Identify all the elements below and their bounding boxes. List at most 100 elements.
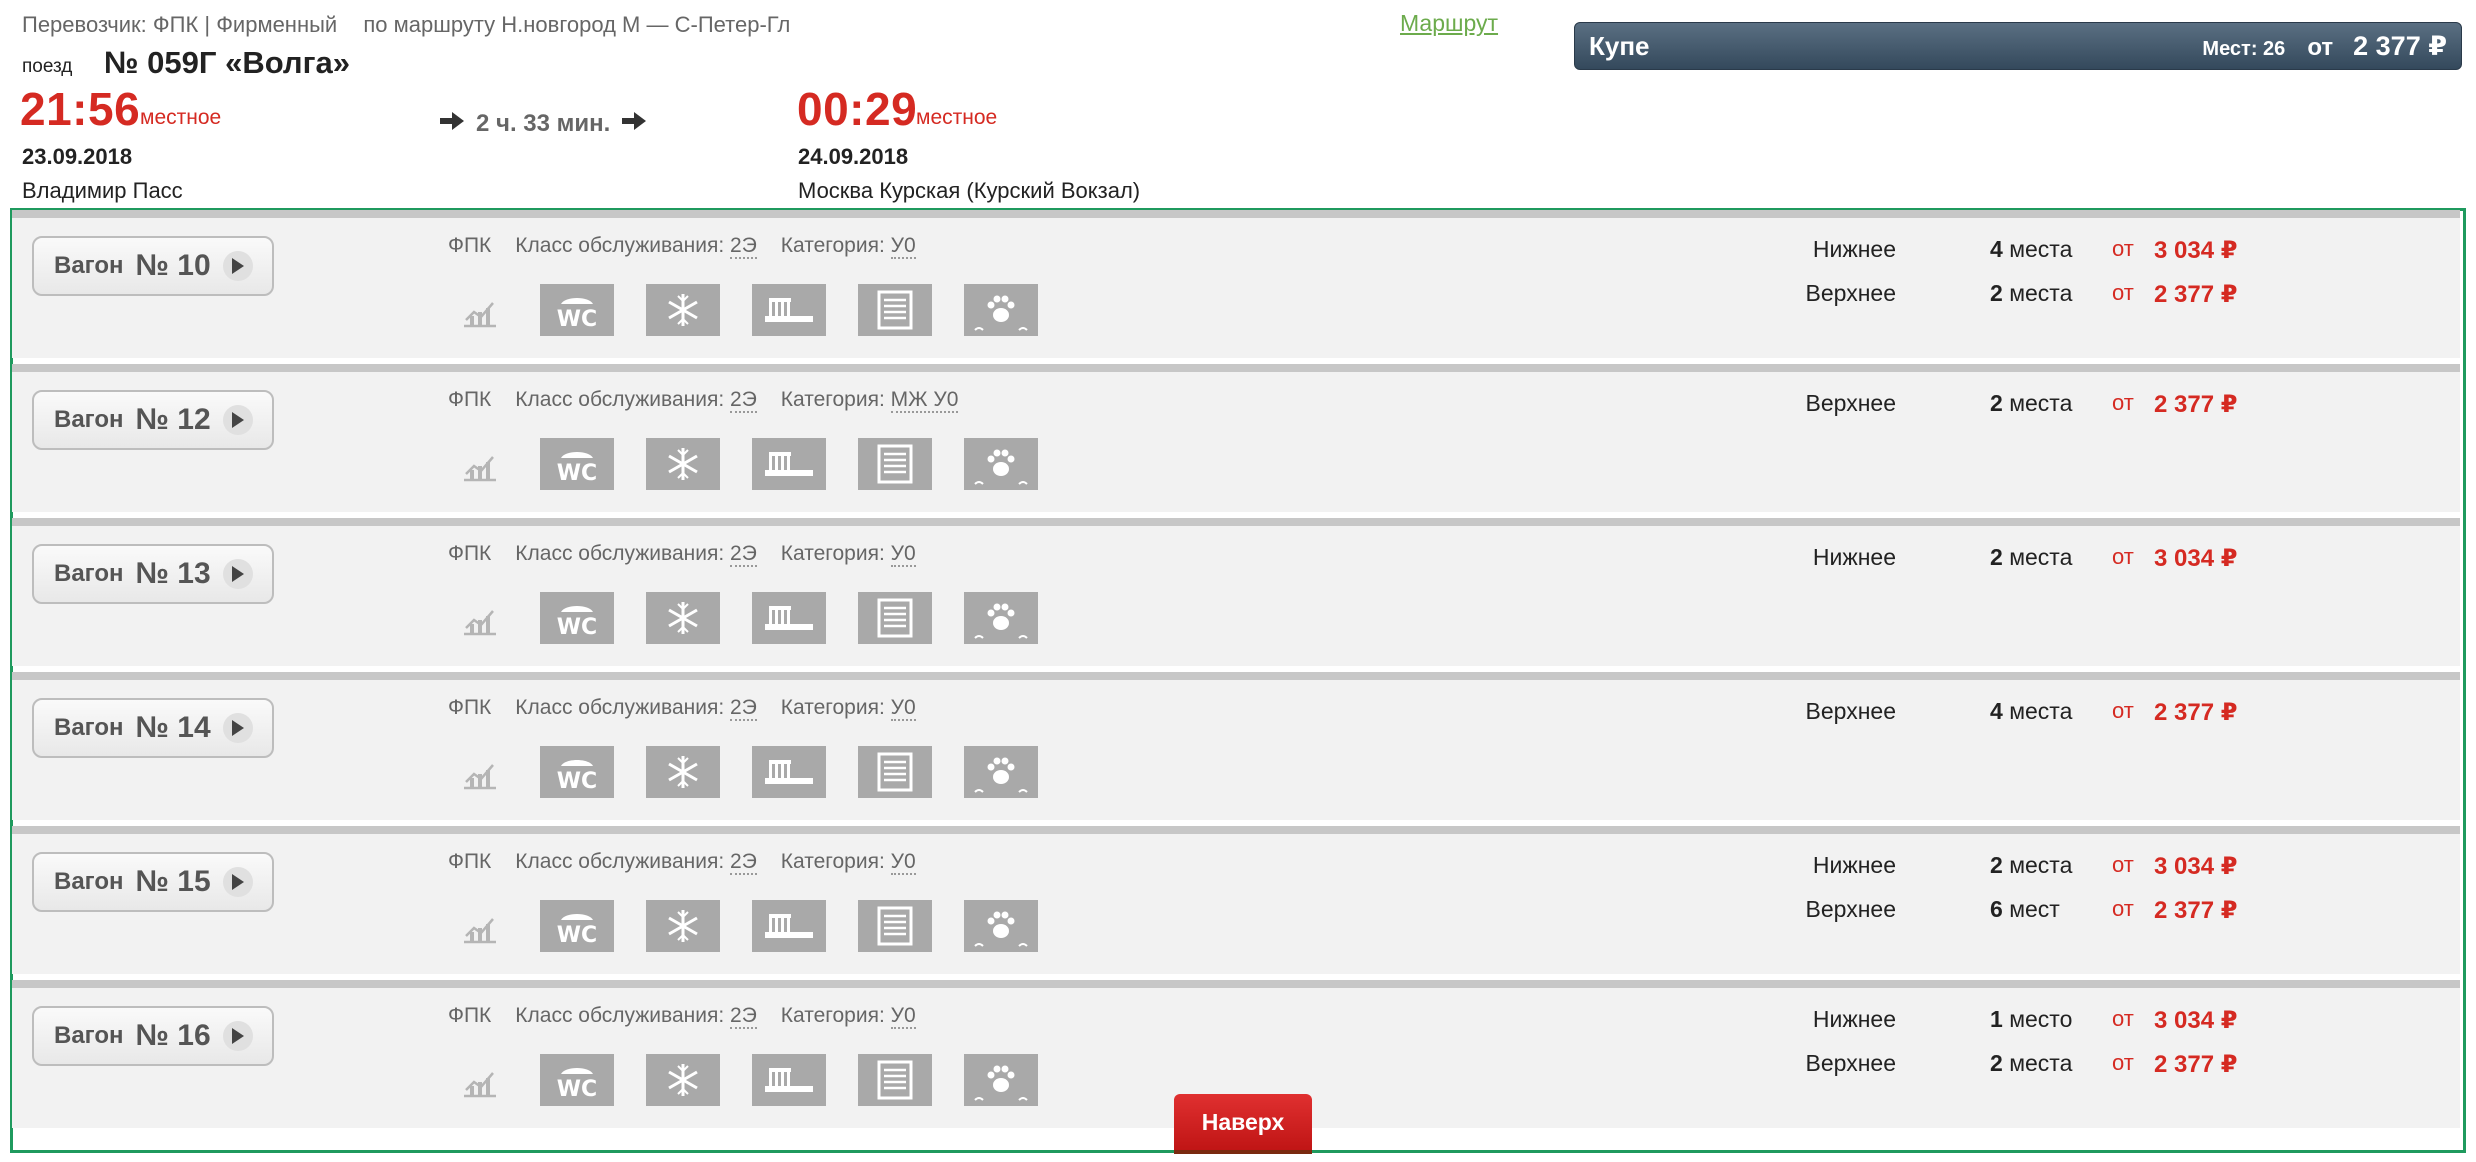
- news-icon: [858, 284, 932, 336]
- category-value[interactable]: МЖ У0: [890, 388, 959, 413]
- class-value[interactable]: 2Э: [730, 696, 757, 721]
- seat-row: Нижнее 1 место от 3 034 ₽: [1772, 1006, 2472, 1034]
- carrier-text: Перевозчик: ФПК | Фирменный: [22, 12, 338, 37]
- wagon-word: Вагон: [54, 406, 124, 433]
- snowflake-icon: [646, 1054, 720, 1106]
- seat-count-unit: места: [2009, 390, 2073, 416]
- seat-type: Верхнее: [1805, 280, 1896, 306]
- wagon-carrier: ФПК: [448, 1004, 492, 1027]
- train-number: № 059Г «Волга»: [104, 45, 350, 80]
- seat-count-number: 2: [1990, 1050, 2003, 1076]
- wagon-carrier: ФПК: [448, 234, 492, 257]
- wagon-meta: ФПК Класс обслуживания: 2Э Категория: У0: [448, 542, 916, 567]
- seat-count-unit: место: [2009, 1006, 2073, 1032]
- wagon-button[interactable]: Вагон № 12: [32, 390, 274, 450]
- category-value[interactable]: У0: [890, 696, 916, 721]
- wagon-button[interactable]: Вагон № 16: [32, 1006, 274, 1066]
- category-label: Категория:: [780, 234, 885, 257]
- class-from: от: [2307, 33, 2334, 61]
- train-word: поезд: [22, 56, 73, 77]
- seat-count: 2 места: [1990, 390, 2072, 417]
- toothbrush-icon: [752, 438, 826, 490]
- seat-price-from: от: [2112, 1006, 2134, 1031]
- wagon-carrier: ФПК: [448, 696, 492, 719]
- wagon-carrier: ФПК: [448, 542, 492, 565]
- svg-text:WC: WC: [557, 307, 597, 332]
- class-label: Класс обслуживания:: [515, 542, 725, 565]
- play-arrow-icon: [222, 867, 253, 897]
- class-seats: Мест: 26: [2202, 37, 2286, 60]
- seat-count: 1 место: [1990, 1006, 2072, 1033]
- seat-price-from: от: [2112, 896, 2134, 921]
- wagon-button[interactable]: Вагон № 10: [32, 236, 274, 296]
- wagon-number: № 13: [135, 557, 211, 590]
- category-value[interactable]: У0: [890, 234, 916, 259]
- seat-price: 2 377 ₽: [2154, 1051, 2238, 1078]
- pet-icon: [964, 1054, 1038, 1106]
- wagon-number: № 12: [135, 403, 211, 436]
- seat-count: 2 места: [1990, 280, 2072, 307]
- seat-count: 2 места: [1990, 852, 2072, 879]
- toothbrush-icon: [752, 1054, 826, 1106]
- category-value[interactable]: У0: [890, 542, 916, 567]
- category-value[interactable]: У0: [890, 850, 916, 875]
- departure-local-label: местное: [140, 106, 222, 129]
- back-to-top-button[interactable]: Наверх: [1174, 1094, 1312, 1154]
- class-badge-kupe[interactable]: Купе Мест: 26 от 2 377 ₽: [1574, 22, 2462, 70]
- seat-count-number: 2: [1990, 852, 2003, 878]
- class-value[interactable]: 2Э: [730, 850, 757, 875]
- category-label: Категория:: [780, 542, 885, 565]
- svg-text:WC: WC: [557, 1077, 597, 1102]
- snowflake-icon: [646, 592, 720, 644]
- route-link[interactable]: Маршрут: [1400, 10, 1498, 37]
- wagon-meta: ФПК Класс обслуживания: 2Э Категория: У0: [448, 234, 916, 259]
- class-label: Класс обслуживания:: [515, 234, 725, 257]
- category-label: Категория:: [780, 696, 885, 719]
- wagon-meta: ФПК Класс обслуживания: 2Э Категория: У0: [448, 696, 916, 721]
- class-name: Купе: [1589, 30, 1650, 61]
- seat-count-number: 2: [1990, 280, 2003, 306]
- category-value[interactable]: У0: [890, 1004, 916, 1029]
- seat-price: 3 034 ₽: [2154, 1007, 2238, 1034]
- seat-row: Нижнее 2 места от 3 034 ₽: [1772, 852, 2472, 880]
- pet-icon: [964, 746, 1038, 798]
- seat-count-number: 2: [1990, 544, 2003, 570]
- seat-price: 2 377 ₽: [2154, 897, 2238, 924]
- snowflake-icon: [646, 746, 720, 798]
- seat-count-unit: места: [2009, 544, 2073, 570]
- class-value[interactable]: 2Э: [730, 388, 757, 413]
- seat-count: 2 места: [1990, 544, 2072, 571]
- play-arrow-icon: [222, 713, 253, 743]
- chart-icon: [460, 906, 500, 946]
- wagon-row: Вагон № 14 ФПК Класс обслуживания: 2Э Катего…: [12, 672, 2460, 820]
- departure-station: Владимир Пасс: [22, 178, 183, 203]
- category-label: Категория:: [780, 1004, 885, 1027]
- news-icon: [858, 438, 932, 490]
- seat-price: 3 034 ₽: [2154, 545, 2238, 572]
- wagon-word: Вагон: [54, 560, 124, 587]
- class-value[interactable]: 2Э: [730, 542, 757, 567]
- class-value[interactable]: 2Э: [730, 234, 757, 259]
- seat-count-number: 4: [1990, 236, 2003, 262]
- carrier-info: Перевозчик: ФПК | Фирменный по маршруту …: [22, 12, 790, 38]
- departure-date: 23.09.2018: [22, 144, 133, 169]
- wc-icon: WC: [540, 592, 614, 644]
- seat-count-unit: места: [2009, 236, 2073, 262]
- wagon-row: Вагон № 15 ФПК Класс обслуживания: 2Э Катего…: [12, 826, 2460, 974]
- seat-count-number: 4: [1990, 698, 2003, 724]
- seat-type: Нижнее: [1812, 852, 1896, 878]
- category-label: Категория:: [780, 388, 885, 411]
- amenity-icons: WC: [460, 438, 1070, 490]
- seat-price: 2 377 ₽: [2154, 281, 2238, 308]
- wagon-carrier: ФПК: [448, 388, 492, 411]
- seat-count-unit: места: [2009, 280, 2073, 306]
- wagon-button[interactable]: Вагон № 13: [32, 544, 274, 604]
- wagon-button[interactable]: Вагон № 14: [32, 698, 274, 758]
- wc-icon: WC: [540, 438, 614, 490]
- class-value[interactable]: 2Э: [730, 1004, 757, 1029]
- seat-count-unit: места: [2009, 698, 2073, 724]
- wagon-button[interactable]: Вагон № 15: [32, 852, 274, 912]
- wagon-meta: ФПК Класс обслуживания: 2Э Категория: У0: [448, 1004, 916, 1029]
- amenity-icons: WC: [460, 900, 1070, 952]
- chart-icon: [460, 752, 500, 792]
